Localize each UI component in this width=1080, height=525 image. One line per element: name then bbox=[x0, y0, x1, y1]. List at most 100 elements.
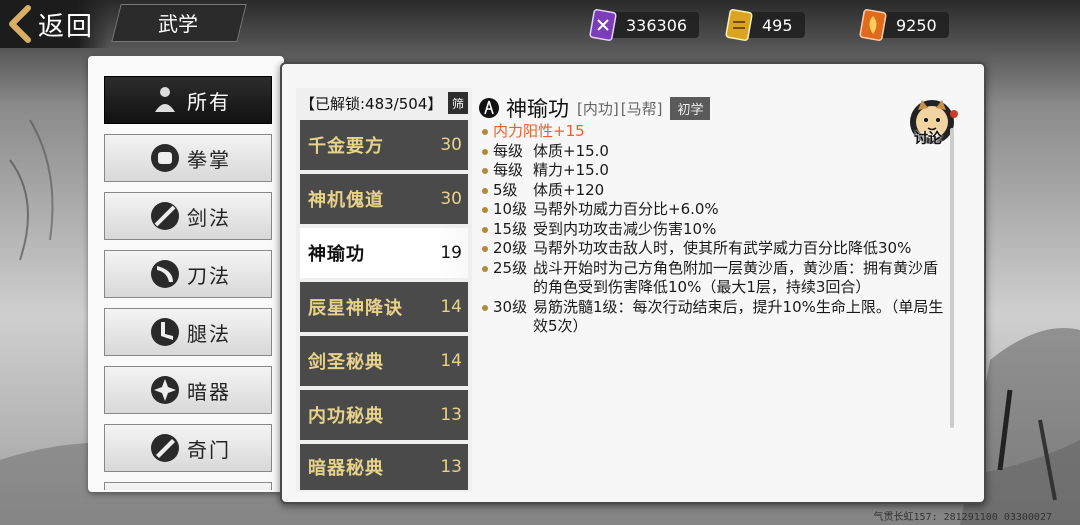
category-exotic[interactable]: 奇门 bbox=[104, 424, 272, 472]
skill-row-selected[interactable]: 神瑜功 19 bbox=[300, 228, 468, 278]
effects-list: 内力阳性+15 每级 体质+15.0 每级 精力+15.0 5级 体质+120 … bbox=[480, 122, 950, 337]
category-hidden-weapon[interactable]: 暗器 bbox=[104, 366, 272, 414]
bullet-dot-icon bbox=[482, 148, 488, 155]
skill-row[interactable]: 辰星神降诀 14 bbox=[300, 282, 468, 332]
back-arrow-icon bbox=[9, 5, 31, 43]
currency-purple[interactable]: 336306 bbox=[588, 8, 700, 42]
skill-row-level: 13 bbox=[440, 405, 462, 425]
effect-level: 15级 bbox=[493, 219, 528, 238]
category-label: 拳掌 bbox=[187, 147, 231, 172]
inner-icon bbox=[147, 488, 183, 490]
effect-text: 受到内功攻击减少伤害10% bbox=[533, 219, 717, 238]
effect-row: 内力阳性+15 bbox=[480, 122, 950, 142]
effect-row: 每级 体质+15.0 bbox=[480, 142, 950, 162]
skill-row-name: 剑圣秘典 bbox=[308, 352, 384, 373]
skill-row-level: 30 bbox=[440, 135, 462, 155]
back-button[interactable]: 返回 bbox=[0, 0, 110, 48]
category-sword[interactable]: 剑法 bbox=[104, 192, 272, 240]
effect-level: 5级 bbox=[493, 180, 518, 199]
effects-scrollbar[interactable] bbox=[950, 128, 954, 428]
bullet-dot-icon bbox=[482, 207, 488, 213]
unlock-count: 【已解锁:483/504】 bbox=[300, 94, 443, 113]
effect-text: 马帮外功攻击敌人时，使其所有武学威力百分比降低30% bbox=[533, 239, 912, 257]
effect-level: 10级 bbox=[493, 200, 528, 218]
top-bar: 返回 武学 336306 495 9250 bbox=[0, 0, 1080, 50]
blade-icon bbox=[151, 260, 179, 288]
category-label: 刀法 bbox=[187, 263, 231, 288]
fist-icon bbox=[151, 144, 179, 172]
skill-row[interactable]: 暗器秘典 13 bbox=[300, 444, 468, 490]
gold-token-icon bbox=[725, 9, 753, 41]
skill-row-name: 内功秘典 bbox=[308, 406, 384, 427]
skill-row[interactable]: 神机傀道 30 bbox=[300, 174, 468, 224]
skill-row-level: 13 bbox=[440, 457, 462, 477]
effect-row: 每级 精力+15.0 bbox=[480, 161, 950, 181]
skill-grade-badge: 初学 bbox=[670, 96, 711, 120]
category-list[interactable]: 所有 拳掌 剑法 刀法 腿法 暗器 奇门 bbox=[104, 76, 274, 490]
shuriken-icon bbox=[151, 376, 179, 404]
category-label: 暗器 bbox=[187, 379, 231, 404]
sword-icon bbox=[151, 202, 179, 230]
effect-row: 15级 受到内功攻击减少伤害10% bbox=[480, 220, 950, 240]
effect-text: 内力阳性+15 bbox=[493, 122, 585, 140]
back-label: 返回 bbox=[38, 11, 95, 42]
scroll-icon bbox=[151, 434, 179, 462]
effect-row: 20级 马帮外功攻击敌人时，使其所有武学威力百分比降低30% bbox=[480, 239, 950, 259]
effect-row: 25级 战斗开始时为己方角色附加一层黄沙盾，黄沙盾：拥有黄沙盾的角色受到伤害降低… bbox=[480, 259, 950, 298]
skill-row-name: 暗器秘典 bbox=[308, 458, 384, 479]
effect-level: 每级 bbox=[493, 161, 524, 179]
effect-level: 25级 bbox=[493, 258, 528, 277]
skill-type-tag: [内功] bbox=[577, 99, 619, 118]
skill-row[interactable]: 剑圣秘典 14 bbox=[300, 336, 468, 386]
effect-text: 体质+15.0 bbox=[533, 141, 609, 160]
skill-row-level: 19 bbox=[440, 243, 462, 263]
category-blade[interactable]: 刀法 bbox=[104, 250, 272, 298]
bullet-dot-icon bbox=[482, 129, 488, 135]
effect-row: 5级 体质+120 bbox=[480, 181, 950, 201]
effect-row: 10级 马帮外功威力百分比+6.0% bbox=[480, 200, 950, 220]
category-label: 剑法 bbox=[187, 205, 231, 230]
category-all[interactable]: 所有 bbox=[104, 76, 272, 124]
all-icon bbox=[155, 87, 175, 112]
filter-button[interactable]: 筛 bbox=[448, 92, 468, 114]
bullet-dot-icon bbox=[482, 265, 488, 272]
skill-sect-tag: [马帮] bbox=[620, 99, 663, 118]
bullet-dot-icon bbox=[482, 304, 488, 311]
category-fist[interactable]: 拳掌 bbox=[104, 134, 272, 182]
taiji-icon bbox=[479, 98, 499, 118]
leg-icon bbox=[151, 318, 179, 346]
bullet-dot-icon bbox=[482, 246, 488, 252]
effect-text: 体质+120 bbox=[533, 180, 605, 199]
skill-row[interactable]: 内功秘典 13 bbox=[300, 390, 468, 440]
purple-token-icon bbox=[589, 9, 617, 41]
skill-row[interactable]: 千金要方 30 bbox=[300, 120, 468, 170]
effect-level: 每级 bbox=[493, 141, 524, 160]
category-label: 所有 bbox=[187, 89, 231, 114]
effect-level: 30级 bbox=[493, 297, 528, 316]
category-inner[interactable]: 内功 bbox=[104, 482, 272, 490]
effect-text: 精力+15.0 bbox=[533, 161, 609, 179]
skill-row-name: 辰星神降诀 bbox=[308, 298, 403, 319]
effect-text: 战斗开始时为己方角色附加一层黄沙盾，黄沙盾：拥有黄沙盾的角色受到伤害降低10%（… bbox=[533, 258, 939, 297]
currency-gold[interactable]: 495 bbox=[724, 8, 805, 42]
bullet-dot-icon bbox=[482, 226, 488, 233]
skill-name: 神瑜功 bbox=[506, 97, 569, 121]
skill-row-name: 神瑜功 bbox=[308, 244, 365, 265]
skill-row-name: 千金要方 bbox=[308, 136, 384, 157]
page-title: 武学 bbox=[158, 11, 198, 36]
effect-level: 20级 bbox=[493, 239, 528, 257]
currency-orange[interactable]: 9250 bbox=[858, 8, 949, 42]
category-label: 奇门 bbox=[187, 437, 231, 462]
effect-text: 易筋洗髓1级：每次行动结束后，提升10%生命上限。（单局生效5次） bbox=[533, 297, 944, 336]
skill-detail-title: 神瑜功 [内功] [马帮] 初学 bbox=[478, 93, 711, 123]
skill-row-level: 14 bbox=[440, 297, 462, 317]
bullet-dot-icon bbox=[482, 187, 488, 194]
skill-row-level: 30 bbox=[440, 189, 462, 209]
effect-row: 30级 易筋洗髓1级：每次行动结束后，提升10%生命上限。（单局生效5次） bbox=[480, 298, 950, 337]
orange-token-icon bbox=[859, 9, 887, 41]
category-label: 腿法 bbox=[187, 321, 231, 346]
effect-text: 马帮外功威力百分比+6.0% bbox=[533, 200, 719, 218]
footer-build-info: 气贯长虹157: 281291100 03300027 bbox=[873, 512, 1052, 523]
skill-row-level: 14 bbox=[440, 351, 462, 371]
category-leg[interactable]: 腿法 bbox=[104, 308, 272, 356]
